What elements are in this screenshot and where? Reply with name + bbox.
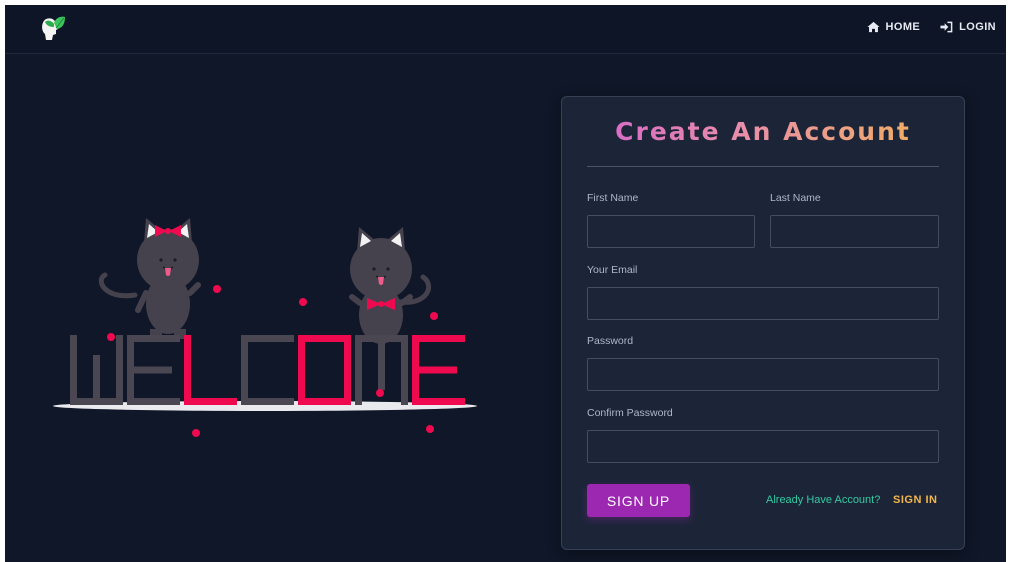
confetti-dot xyxy=(192,429,200,437)
confetti-dot xyxy=(376,389,384,397)
sign-up-button[interactable]: SIGN UP xyxy=(587,484,690,517)
cat-with-bowtie-icon xyxy=(349,227,431,344)
last-name-label: Last Name xyxy=(770,192,821,204)
signup-card: Create An Account First Name Last Name Y… xyxy=(561,96,965,550)
password-label: Password xyxy=(587,335,634,347)
confetti-dot xyxy=(107,333,115,341)
first-name-input[interactable] xyxy=(587,215,755,248)
nav-login-label: LOGIN xyxy=(959,21,996,33)
welcome-letter-c xyxy=(241,335,294,405)
leaf-head-logo-icon[interactable] xyxy=(37,14,67,44)
confetti-dot xyxy=(213,285,221,293)
cat-with-bow-icon xyxy=(98,218,201,339)
first-name-label: First Name xyxy=(587,192,639,204)
confetti-dot xyxy=(426,425,434,433)
title-divider xyxy=(587,166,939,167)
welcome-letters xyxy=(70,335,465,405)
sign-in-link[interactable]: SIGN IN xyxy=(893,494,937,506)
card-title: Create An Account xyxy=(562,117,964,146)
home-icon xyxy=(867,21,880,33)
welcome-illustration xyxy=(53,218,477,437)
already-have-account-text: Already Have Account? xyxy=(766,494,881,506)
email-label: Your Email xyxy=(587,264,638,276)
page-frame: HOME LOGIN Create An Account First Name … xyxy=(5,5,1006,562)
welcome-letter-e xyxy=(412,335,465,405)
nav-login-link[interactable]: LOGIN xyxy=(940,21,996,33)
welcome-letter-w xyxy=(70,335,123,405)
navbar: HOME LOGIN xyxy=(5,5,1006,54)
confetti-dot xyxy=(430,312,438,320)
confirm-password-label: Confirm Password xyxy=(587,407,673,419)
welcome-letter-e xyxy=(127,335,180,405)
password-input[interactable] xyxy=(587,358,939,391)
sign-in-icon xyxy=(940,21,953,33)
confetti-dot xyxy=(299,298,307,306)
nav-links: HOME LOGIN xyxy=(867,21,996,33)
welcome-letter-o xyxy=(298,335,351,405)
last-name-input[interactable] xyxy=(770,215,939,248)
email-input[interactable] xyxy=(587,287,939,320)
nav-home-label: HOME xyxy=(885,21,921,33)
nav-home-link[interactable]: HOME xyxy=(867,21,921,33)
confirm-password-input[interactable] xyxy=(587,430,939,463)
welcome-letter-l xyxy=(184,335,237,405)
